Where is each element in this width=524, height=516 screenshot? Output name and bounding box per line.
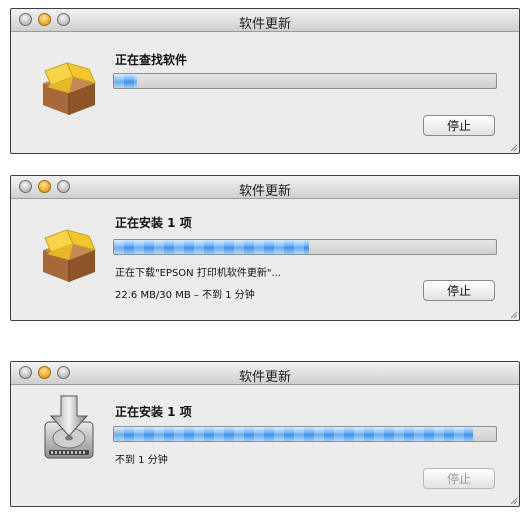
hard-disk-install-icon [37,394,101,459]
window-title: 软件更新 [238,370,291,385]
window-title: 软件更新 [238,17,291,32]
package-box-icon [37,53,101,117]
download-status-text: 正在下载"EPSON 打印机软件更新"... [115,268,281,279]
progress-bar [113,239,497,255]
window-title: 软件更新 [238,184,291,199]
progress-bar [113,426,497,442]
software-update-window-searching: 软件更新 正在查找软件 停止 [10,8,520,154]
stop-button[interactable]: 停止 [423,280,495,301]
title-bar[interactable]: 软件更新 [11,9,519,32]
status-heading: 正在查找软件 [115,53,188,67]
software-update-window-downloading: 软件更新 正在安装 1 项 正在下载"EPSON 打印机软件更新"... 22.… [10,175,520,321]
resize-grip-icon[interactable] [510,144,518,152]
status-heading: 正在安装 1 项 [115,405,192,419]
progress-fill [114,240,309,254]
progress-fill [114,74,137,88]
stop-button[interactable]: 停止 [423,115,495,136]
status-heading: 正在安装 1 项 [115,216,192,230]
stop-button[interactable]: 停止 [423,468,495,489]
title-bar[interactable]: 软件更新 [11,362,519,385]
progress-bar [113,73,497,89]
download-size-text: 22.6 MB/30 MB – 不到 1 分钟 [115,290,255,301]
resize-grip-icon[interactable] [510,497,518,505]
resize-grip-icon[interactable] [510,311,518,319]
software-update-window-installing: 软件更新 正在安装 1 项 不到 1 分钟 停止 [10,361,520,507]
package-box-icon [37,220,101,284]
progress-fill [114,427,474,441]
time-remaining-text: 不到 1 分钟 [115,455,168,466]
title-bar[interactable]: 软件更新 [11,176,519,199]
